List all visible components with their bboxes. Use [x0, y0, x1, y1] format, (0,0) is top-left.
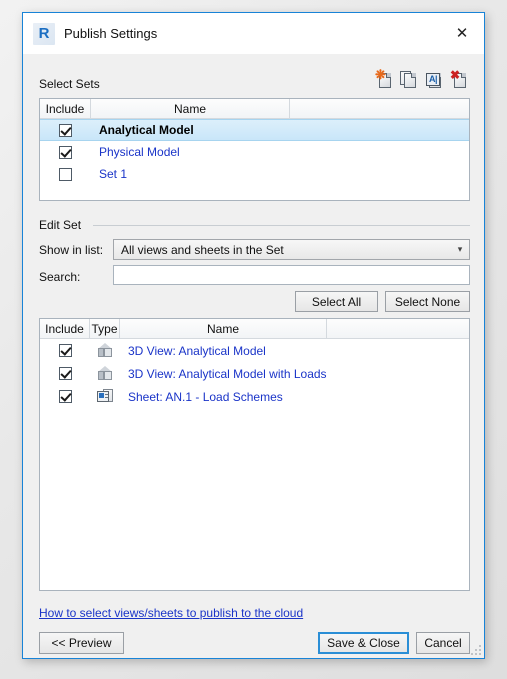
select-sets-list[interactable]: Include Name Analytical Model Physical M… — [39, 98, 470, 201]
include-checkbox[interactable] — [58, 390, 72, 403]
help-link[interactable]: How to select views/sheets to publish to… — [39, 606, 303, 620]
include-checkbox[interactable] — [59, 123, 72, 137]
select-all-button[interactable]: Select All — [295, 291, 378, 312]
table-row[interactable]: Set 1 — [40, 163, 469, 185]
column-name: Name — [91, 99, 290, 118]
duplicate-set-icon[interactable] — [400, 70, 419, 90]
show-in-list-dropdown[interactable]: All views and sheets in the Set ▾ — [113, 239, 470, 260]
close-icon[interactable]: ✕ — [440, 13, 484, 53]
include-cell[interactable] — [40, 145, 91, 159]
revit-logo-icon: R — [33, 22, 55, 45]
cancel-button[interactable]: Cancel — [416, 632, 470, 654]
set-name[interactable]: Set 1 — [91, 167, 290, 181]
select-sets-header: Include Name — [40, 99, 469, 119]
include-cell[interactable] — [40, 123, 91, 137]
views-sheets-list[interactable]: Include Type Name 3D View: Analytical Mo… — [39, 318, 470, 591]
delete-set-icon[interactable]: ✖ — [450, 69, 469, 90]
column-include: Include — [40, 99, 91, 118]
type-cell — [90, 343, 120, 358]
column-name: Name — [120, 319, 327, 338]
edit-set-label: Edit Set — [39, 218, 82, 232]
edit-set-divider — [93, 225, 470, 226]
views-header: Include Type Name — [40, 319, 469, 339]
include-checkbox[interactable] — [58, 367, 72, 380]
show-in-list-value: All views and sheets in the Set — [121, 242, 284, 257]
table-row[interactable]: Physical Model — [40, 141, 469, 163]
include-checkbox[interactable] — [59, 145, 72, 159]
type-cell — [90, 366, 120, 381]
search-label: Search: — [39, 270, 81, 284]
new-set-icon[interactable]: ❋ — [375, 68, 394, 90]
type-cell — [90, 389, 120, 404]
show-in-list-label: Show in list: — [39, 243, 104, 257]
preview-button[interactable]: << Preview — [39, 632, 124, 654]
3d-view-icon — [97, 366, 113, 381]
include-cell[interactable] — [40, 390, 90, 403]
view-name[interactable]: 3D View: Analytical Model — [120, 344, 360, 358]
view-name[interactable]: 3D View: Analytical Model with Loads — [120, 367, 380, 381]
3d-view-icon — [97, 343, 113, 358]
set-name[interactable]: Physical Model — [91, 145, 290, 159]
save-and-close-button[interactable]: Save & Close — [318, 632, 409, 654]
dialog-body: Select Sets ❋ A| ✖ Include Name Analytic… — [23, 54, 484, 658]
table-row[interactable]: 3D View: Analytical Model — [40, 339, 469, 362]
table-row[interactable]: 3D View: Analytical Model with Loads — [40, 362, 469, 385]
publish-settings-dialog: R Publish Settings ✕ Select Sets ❋ A| ✖ — [22, 12, 485, 659]
sheet-name[interactable]: Sheet: AN.1 - Load Schemes — [120, 390, 360, 404]
set-toolbar: ❋ A| ✖ — [375, 68, 469, 90]
title-bar: R Publish Settings ✕ — [23, 13, 484, 54]
include-cell[interactable] — [40, 167, 91, 181]
select-none-button[interactable]: Select None — [385, 291, 470, 312]
rename-set-icon[interactable]: A| — [425, 70, 444, 90]
table-row[interactable]: Analytical Model — [40, 119, 469, 141]
column-type: Type — [90, 319, 120, 338]
column-include: Include — [40, 319, 90, 338]
include-cell[interactable] — [40, 344, 90, 357]
include-checkbox[interactable] — [58, 344, 72, 357]
window-title: Publish Settings — [64, 26, 158, 41]
include-cell[interactable] — [40, 367, 90, 380]
column-spacer — [290, 99, 469, 118]
table-row[interactable]: Sheet: AN.1 - Load Schemes — [40, 385, 469, 408]
select-sets-label: Select Sets — [39, 77, 100, 91]
column-spacer — [327, 319, 469, 338]
include-checkbox[interactable] — [59, 167, 72, 181]
search-input[interactable] — [113, 265, 470, 285]
resize-grip[interactable] — [469, 643, 481, 655]
sheet-icon — [97, 389, 113, 404]
set-name[interactable]: Analytical Model — [91, 123, 290, 137]
chevron-down-icon: ▾ — [457, 244, 463, 254]
